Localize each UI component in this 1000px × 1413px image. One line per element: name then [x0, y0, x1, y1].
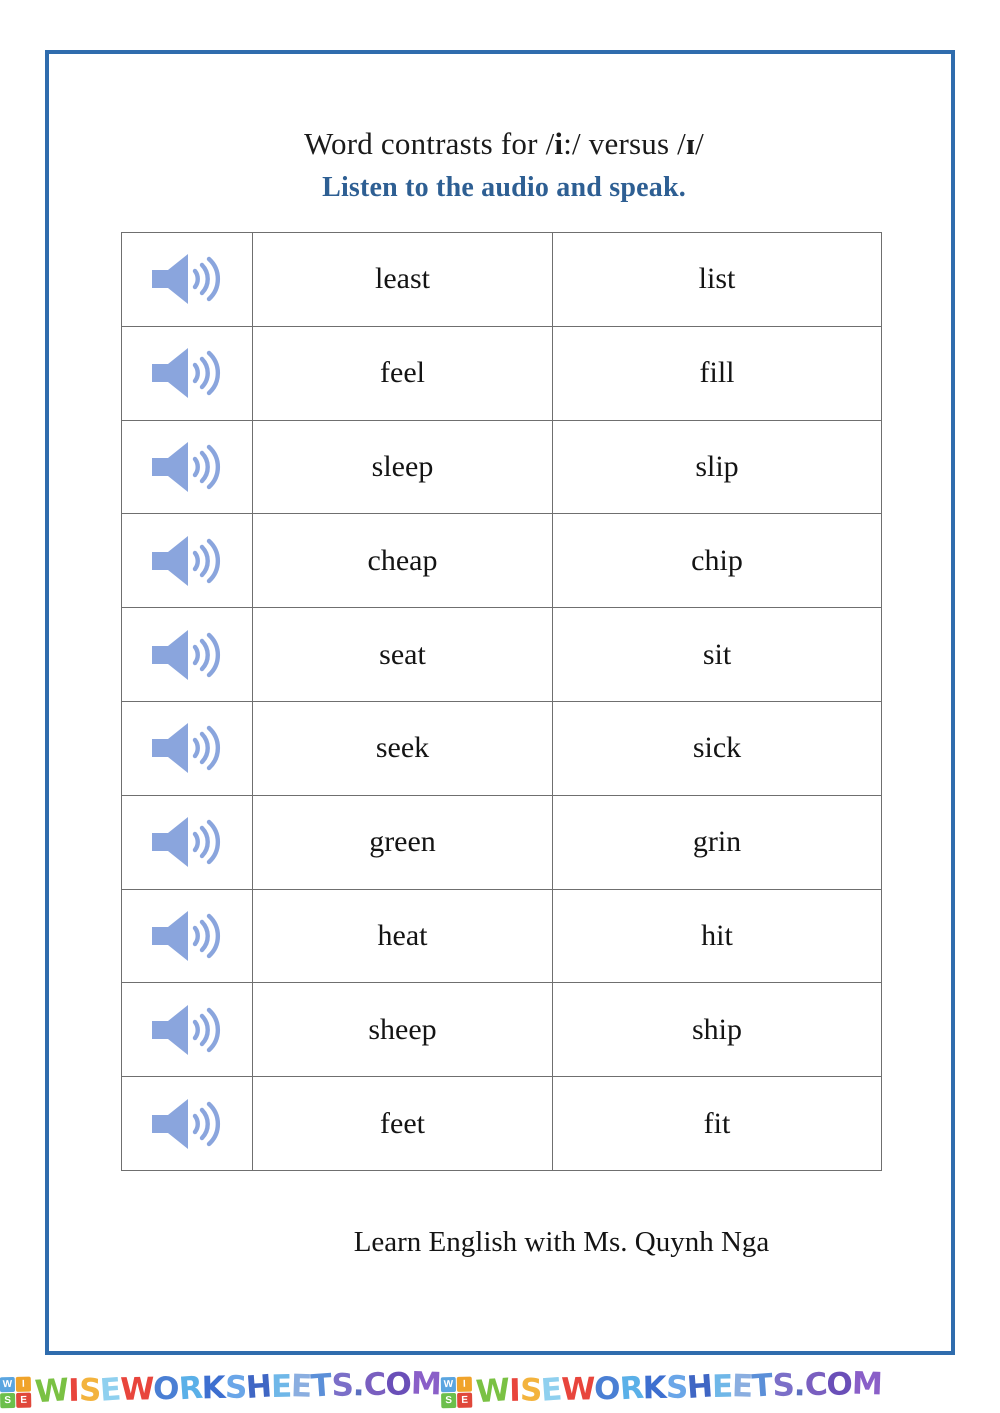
table-row: feet fit	[121, 1076, 882, 1171]
long-vowel-word-cell: least	[252, 232, 553, 327]
audio-cell[interactable]	[121, 700, 253, 796]
wiseworksheets-logo-icon: WISE	[440, 1376, 472, 1409]
page-title-suffix: /	[695, 126, 704, 161]
watermark-logo-letter: I	[456, 1376, 472, 1392]
watermark-logo-letter: W	[0, 1376, 16, 1393]
speaker-icon[interactable]	[150, 1002, 224, 1058]
table-row: sleep slip	[121, 419, 882, 515]
long-vowel-word-cell: sheep	[252, 982, 553, 1078]
watermark-logo-letter: I	[15, 1376, 32, 1392]
short-vowel-word-cell: grin	[552, 794, 882, 890]
short-vowel-word-cell: fit	[552, 1076, 882, 1171]
long-vowel-word-cell: cheap	[252, 513, 553, 609]
speaker-icon[interactable]	[150, 908, 224, 964]
long-vowel-word-cell: green	[252, 794, 553, 890]
credit-line: Learn English with Ms. Quynh Nga	[353, 1226, 770, 1258]
page-title: Word contrasts for /i:/ versus /ɪ/	[49, 126, 959, 162]
audio-cell[interactable]	[121, 888, 253, 984]
watermark-bar: W I S E WISEWORKSHEETS.COM W I S E WISEWORKSHEETS…	[0, 1364, 1000, 1413]
short-vowel-word-cell: list	[552, 232, 882, 327]
page-title-prefix: Word contrasts for /	[304, 126, 555, 161]
short-vowel-word-cell: chip	[552, 513, 882, 609]
watermark-logo-letter: E	[456, 1392, 472, 1408]
ipa-short-vowel: ɪ	[685, 126, 696, 161]
speaker-icon[interactable]	[150, 533, 224, 589]
long-vowel-word-cell: sleep	[252, 419, 553, 515]
audio-cell[interactable]	[121, 607, 253, 702]
long-vowel-word-cell: seek	[252, 700, 553, 796]
watermark-logo-letter: S	[0, 1392, 16, 1409]
table-row: cheap chip	[121, 513, 882, 609]
watermark-logo-unit: W I S E WISEWORKSHEETS.COM	[0, 1365, 442, 1411]
table-row: feel fill	[121, 325, 882, 421]
watermark-text: WISEWORKSHEETS.COM	[474, 1365, 882, 1411]
watermark-logo-letter: W	[440, 1376, 456, 1393]
short-vowel-word-cell: ship	[552, 982, 882, 1078]
table-row: least list	[121, 232, 882, 327]
page-title-mid: :/ versus /	[563, 126, 686, 161]
worksheet-page-border: Word contrasts for /i:/ versus /ɪ/ Liste…	[45, 50, 955, 1355]
word-contrast-table-body: least list feel fill sleep slip cheap ch…	[121, 232, 882, 1171]
watermark-text: WISEWORKSHEETS.COM	[33, 1365, 442, 1411]
ipa-long-vowel: i	[554, 126, 564, 161]
audio-cell[interactable]	[121, 419, 253, 515]
long-vowel-word-cell: feel	[252, 325, 553, 421]
speaker-icon[interactable]	[150, 627, 224, 683]
page-subtitle: Listen to the audio and speak.	[322, 172, 686, 203]
short-vowel-word-cell: sick	[552, 700, 882, 796]
long-vowel-word-cell: heat	[252, 888, 553, 984]
audio-cell[interactable]	[121, 325, 253, 421]
audio-cell[interactable]	[121, 1076, 253, 1171]
audio-cell[interactable]	[121, 232, 253, 327]
speaker-icon[interactable]	[150, 1096, 224, 1152]
speaker-icon[interactable]	[150, 814, 224, 870]
watermark-logo-unit: W I S E WISEWORKSHEETS.COM	[440, 1365, 882, 1411]
table-row: heat hit	[121, 888, 882, 984]
table-row: seek sick	[121, 700, 882, 796]
long-vowel-word-cell: feet	[252, 1076, 553, 1171]
speaker-icon[interactable]	[150, 251, 224, 307]
audio-cell[interactable]	[121, 513, 253, 609]
short-vowel-word-cell: hit	[552, 888, 882, 984]
watermark-logo-letter: S	[440, 1392, 456, 1409]
long-vowel-word-cell: seat	[252, 607, 553, 702]
audio-cell[interactable]	[121, 982, 253, 1078]
wiseworksheets-logo-icon: WISE	[0, 1376, 32, 1409]
table-row: green grin	[121, 794, 882, 890]
audio-cell[interactable]	[121, 794, 253, 890]
short-vowel-word-cell: fill	[552, 325, 882, 421]
speaker-icon[interactable]	[150, 720, 224, 776]
speaker-icon[interactable]	[150, 345, 224, 401]
table-row: sheep ship	[121, 982, 882, 1078]
speaker-icon[interactable]	[150, 439, 224, 495]
watermark-logo-letter: E	[16, 1392, 32, 1408]
short-vowel-word-cell: sit	[552, 607, 882, 702]
table-row: seat sit	[121, 607, 882, 702]
short-vowel-word-cell: slip	[552, 419, 882, 515]
word-contrast-table: least list feel fill sleep slip cheap ch…	[121, 232, 882, 1171]
